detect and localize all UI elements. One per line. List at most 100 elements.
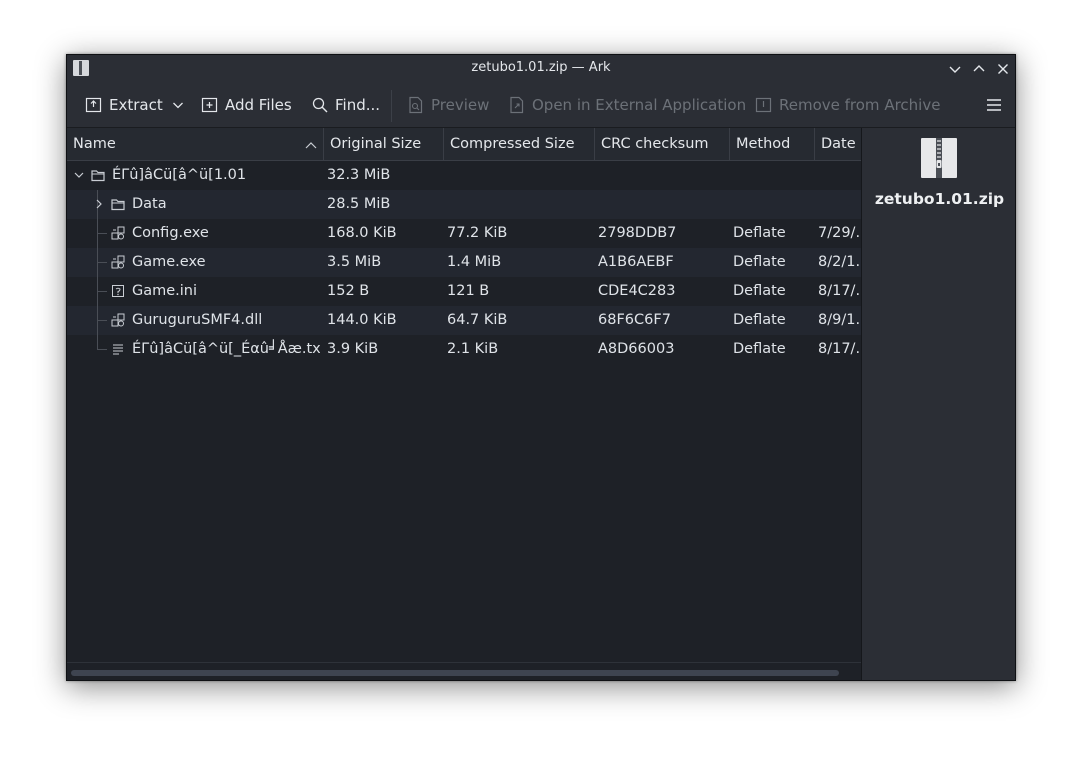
- find-label: Find...: [335, 96, 381, 114]
- remove-label: Remove from Archive: [779, 96, 941, 114]
- hamburger-menu-icon: [987, 99, 1001, 111]
- config-file-icon: [112, 285, 124, 297]
- crc-checksum: A1B6AEBF: [598, 254, 674, 270]
- original-size: 3.9 KiB: [327, 341, 379, 357]
- remove-icon: [755, 97, 772, 113]
- modified-date: 8/17/.: [818, 283, 860, 299]
- column-header-crc[interactable]: CRC checksum: [595, 128, 730, 161]
- extract-button[interactable]: Extract: [85, 93, 163, 117]
- extract-menu-button[interactable]: [171, 93, 185, 117]
- tree-branch-line: [97, 262, 107, 263]
- preview-button[interactable]: Preview: [407, 93, 489, 117]
- table-row[interactable]: GuruguruSMF4.dll 144.0 KiB 64.7 KiB 68F6C6F…: [67, 306, 861, 335]
- file-name: GuruguruSMF4.dll: [132, 312, 263, 328]
- horizontal-scrollbar[interactable]: [67, 662, 861, 680]
- ark-window: zetubo1.01.zip — Ark Extract Add Files F…: [66, 54, 1016, 681]
- remove-from-archive-button[interactable]: Remove from Archive: [755, 93, 940, 117]
- modified-date: [818, 190, 860, 219]
- modified-date: [818, 161, 860, 190]
- info-panel: zetubo1.01.zip: [861, 128, 1015, 680]
- text-file-icon: [113, 344, 123, 355]
- tree-branch-line: [97, 320, 107, 321]
- table-row[interactable]: Game.exe 3.5 MiB 1.4 MiB A1B6AEBF Deflate 8/2…: [67, 248, 861, 277]
- original-size: 144.0 KiB: [327, 312, 397, 328]
- crc-checksum: [598, 161, 730, 190]
- compression-method: Deflate: [733, 283, 786, 299]
- column-header-original-size[interactable]: Original Size: [324, 128, 444, 161]
- add-files-button[interactable]: Add Files: [201, 93, 292, 117]
- compression-method: Deflate: [733, 254, 786, 270]
- find-button[interactable]: Find...: [311, 93, 380, 117]
- modified-date: 7/29/.: [818, 225, 860, 241]
- open-external-button[interactable]: Open in External Application: [508, 93, 746, 117]
- table-row[interactable]: ÉΓû]âCü[â^ü[_Éαû╛Åæ.txt 3.9 KiB 2.1 KiB A8D…: [67, 335, 861, 364]
- window-title: zetubo1.01.zip — Ark: [471, 60, 611, 75]
- search-icon: [312, 97, 328, 113]
- folder-icon: [91, 170, 105, 182]
- compressed-size: 77.2 KiB: [447, 225, 508, 241]
- preview-label: Preview: [431, 96, 490, 114]
- file-name: ÉΓû]âCü[â^ü[_Éαû╛Åæ.txt: [132, 341, 320, 357]
- column-header: Name Original Size Compressed Size CRC c…: [67, 128, 861, 161]
- modified-date: 8/9/1.: [818, 312, 860, 328]
- column-header-date[interactable]: Date: [815, 128, 861, 161]
- crc-checksum: CDE4C283: [598, 283, 676, 299]
- executable-icon: [111, 255, 125, 269]
- executable-icon: [111, 226, 125, 240]
- original-size: 168.0 KiB: [327, 225, 397, 241]
- file-name: Game.ini: [132, 283, 198, 299]
- extract-label: Extract: [109, 96, 163, 114]
- column-header-compressed-size[interactable]: Compressed Size: [444, 128, 595, 161]
- table-row[interactable]: ÉΓû]âCü[â^ü[1.01 32.3 MiB: [67, 161, 861, 190]
- compressed-size: [447, 161, 595, 190]
- folder-icon: [111, 199, 125, 211]
- compressed-size: 1.4 MiB: [447, 254, 502, 270]
- column-header-method[interactable]: Method: [730, 128, 815, 161]
- chevron-right-icon[interactable]: [93, 198, 105, 210]
- hamburger-menu-button[interactable]: [985, 93, 1003, 117]
- file-name: Data: [132, 196, 167, 212]
- title-bar: zetubo1.01.zip — Ark: [67, 55, 1015, 82]
- compressed-size: 2.1 KiB: [447, 341, 499, 357]
- tree-branch-line: [97, 233, 107, 234]
- column-name-label: Name: [73, 136, 116, 152]
- chevron-down-icon: [949, 66, 961, 73]
- minimize-button[interactable]: [945, 59, 965, 79]
- crc-checksum: 68F6C6F7: [598, 312, 671, 328]
- compression-method: [733, 190, 815, 219]
- compressed-size: 121 B: [447, 283, 490, 299]
- zip-archive-icon: [921, 138, 957, 178]
- close-button[interactable]: [993, 59, 1013, 79]
- preview-icon: [409, 96, 423, 114]
- chevron-up-icon: [973, 65, 985, 72]
- file-name: Config.exe: [132, 225, 209, 241]
- tree-branch-line: [97, 291, 107, 292]
- toolbar-separator: [391, 90, 392, 122]
- tree-branch-line: [97, 349, 107, 350]
- table-row[interactable]: Game.ini 152 B 121 B CDE4C283 Deflate 8/17/.: [67, 277, 861, 306]
- archive-file-list: Name Original Size Compressed Size CRC c…: [67, 128, 861, 680]
- file-name: ÉΓû]âCü[â^ü[1.01: [112, 167, 247, 183]
- close-icon: [998, 64, 1008, 74]
- add-file-icon: [201, 97, 218, 113]
- crc-checksum: 2798DDB7: [598, 225, 677, 241]
- table-row[interactable]: Config.exe 168.0 KiB 77.2 KiB 2798DDB7 Defla…: [67, 219, 861, 248]
- crc-checksum: [598, 190, 730, 219]
- original-size: 32.3 MiB: [327, 167, 391, 183]
- column-header-name[interactable]: Name: [67, 128, 324, 161]
- chevron-down-icon[interactable]: [73, 169, 85, 181]
- modified-date: 8/17/.: [818, 341, 860, 357]
- open-external-label: Open in External Application: [532, 96, 747, 114]
- original-size: 152 B: [327, 283, 370, 299]
- table-row[interactable]: Data 28.5 MiB: [67, 190, 861, 219]
- scrollbar-thumb[interactable]: [71, 670, 839, 676]
- main-toolbar: Extract Add Files Find... Preview Open i…: [67, 82, 1015, 128]
- compression-method: Deflate: [733, 312, 786, 328]
- crc-checksum: A8D66003: [598, 341, 675, 357]
- compression-method: Deflate: [733, 225, 786, 241]
- compression-method: [733, 161, 815, 190]
- sort-ascending-icon: [305, 142, 317, 149]
- compressed-size: 64.7 KiB: [447, 312, 508, 328]
- extract-icon: [85, 97, 102, 113]
- maximize-button[interactable]: [969, 59, 989, 79]
